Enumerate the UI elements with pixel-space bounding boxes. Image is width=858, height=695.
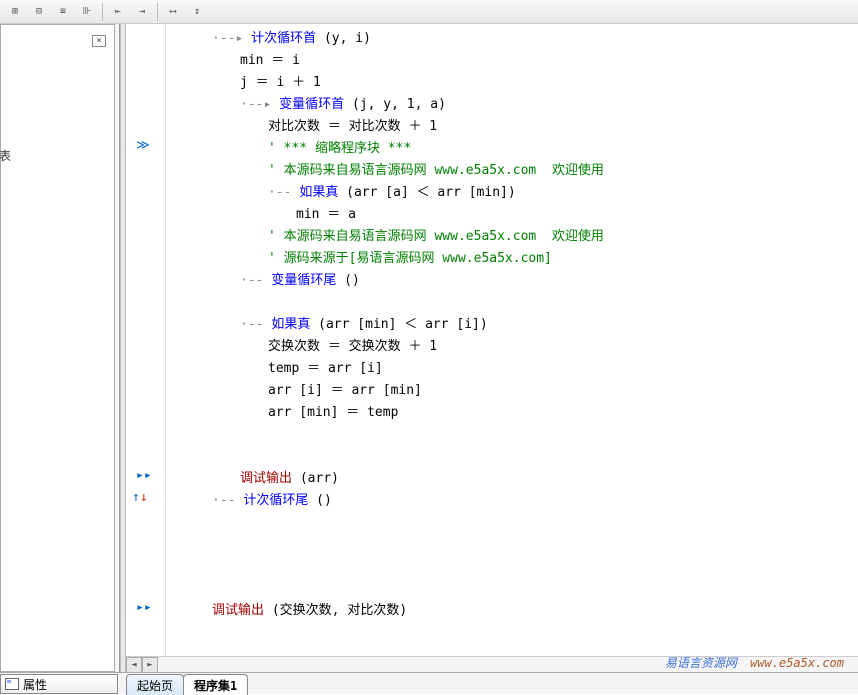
toolbar-separator <box>157 3 158 21</box>
gutter-mark: ↑↓ <box>132 490 148 505</box>
code-content[interactable]: ·--▸ 计次循环首 (y, i)min ＝ ij ＝ i ＋ 1·--▸ 变量… <box>166 24 858 654</box>
left-panel-inner: × 表 <box>0 24 115 672</box>
code-line[interactable]: min ＝ i <box>166 50 858 72</box>
toolbar-btn-2[interactable]: ⊟ <box>28 2 50 22</box>
code-line[interactable] <box>166 512 858 534</box>
bottom-bar: 属性 起始页 程序集1 <box>0 672 858 694</box>
code-line[interactable] <box>166 292 858 314</box>
close-icon[interactable]: × <box>92 35 106 47</box>
code-line[interactable]: ·--▸ 计次循环首 (y, i) <box>166 28 858 50</box>
gutter: ≫ ▸▸ ↑↓ ▸▸ <box>126 24 166 672</box>
properties-button[interactable]: 属性 <box>0 674 118 694</box>
properties-icon <box>5 678 19 690</box>
code-line[interactable] <box>166 446 858 468</box>
code-line[interactable] <box>166 556 858 578</box>
code-line[interactable]: arr [min] ＝ temp <box>166 402 858 424</box>
tab-program-set-1[interactable]: 程序集1 <box>183 674 248 695</box>
gutter-mark: ▸▸ <box>136 600 152 615</box>
code-line[interactable]: ·-- 变量循环尾 () <box>166 270 858 292</box>
code-line[interactable]: ' 本源码来自易语言源码网 www.e5a5x.com 欢迎使用 <box>166 226 858 248</box>
watermark-text-1: 易语言资源网 <box>665 656 737 670</box>
code-line[interactable]: ·--▸ 变量循环首 (j, y, 1, a) <box>166 94 858 116</box>
toolbar: ⊞ ⊟ ≡ ⊪ ⇤ ⇥ ⟷ ↕ <box>0 0 858 24</box>
watermark: 易语言资源网 www.e5a5x.com <box>665 654 844 671</box>
tab-start-page[interactable]: 起始页 <box>126 674 184 695</box>
watermark-text-2: www.e5a5x.com <box>750 656 844 670</box>
code-line[interactable]: j ＝ i ＋ 1 <box>166 72 858 94</box>
toolbar-separator <box>102 3 103 21</box>
scroll-right-button[interactable]: ► <box>142 657 158 672</box>
toolbar-btn-1[interactable]: ⊞ <box>4 2 26 22</box>
left-panel-label: 表 <box>0 147 11 164</box>
gutter-mark: ≫ <box>136 138 150 153</box>
code-line[interactable]: 调试输出 (交换次数, 对比次数) <box>166 600 858 622</box>
code-line[interactable]: temp ＝ arr [i] <box>166 358 858 380</box>
code-line[interactable] <box>166 534 858 556</box>
toolbar-btn-4[interactable]: ⊪ <box>76 2 98 22</box>
code-line[interactable]: 交换次数 ＝ 交换次数 ＋ 1 <box>166 336 858 358</box>
code-editor[interactable]: ≫ ▸▸ ↑↓ ▸▸ ·--▸ 计次循环首 (y, i)min ＝ ij ＝ i ＋ … <box>126 24 858 672</box>
scroll-left-button[interactable]: ◄ <box>126 657 142 672</box>
left-panel: × 表 <box>0 24 120 672</box>
code-line[interactable] <box>166 578 858 600</box>
code-line[interactable]: 对比次数 ＝ 对比次数 ＋ 1 <box>166 116 858 138</box>
toolbar-btn-7[interactable]: ⟷ <box>162 2 184 22</box>
code-line[interactable]: ·-- 计次循环尾 () <box>166 490 858 512</box>
code-line[interactable]: ' 源码来源于[易语言源码网 www.e5a5x.com] <box>166 248 858 270</box>
toolbar-btn-3[interactable]: ≡ <box>52 2 74 22</box>
gutter-mark: ▸▸ <box>136 468 152 483</box>
toolbar-btn-8[interactable]: ↕ <box>186 2 208 22</box>
toolbar-btn-5[interactable]: ⇤ <box>107 2 129 22</box>
code-line[interactable]: 调试输出 (arr) <box>166 468 858 490</box>
code-line[interactable]: ·-- 如果真 (arr [a] ＜ arr [min]) <box>166 182 858 204</box>
code-line[interactable]: ·-- 如果真 (arr [min] ＜ arr [i]) <box>166 314 858 336</box>
toolbar-btn-6[interactable]: ⇥ <box>131 2 153 22</box>
main-area: × 表 ≫ ▸▸ ↑↓ ▸▸ ·--▸ 计次循环首 (y, i)min ＝ ij ＝ … <box>0 24 858 672</box>
code-line[interactable]: min ＝ a <box>166 204 858 226</box>
editor-tabs: 起始页 程序集1 <box>126 672 247 694</box>
code-line[interactable]: ' *** 缩略程序块 *** <box>166 138 858 160</box>
code-line[interactable]: ' 本源码来自易语言源码网 www.e5a5x.com 欢迎使用 <box>166 160 858 182</box>
properties-label: 属性 <box>23 676 47 693</box>
code-line[interactable] <box>166 424 858 446</box>
code-line[interactable]: arr [i] ＝ arr [min] <box>166 380 858 402</box>
